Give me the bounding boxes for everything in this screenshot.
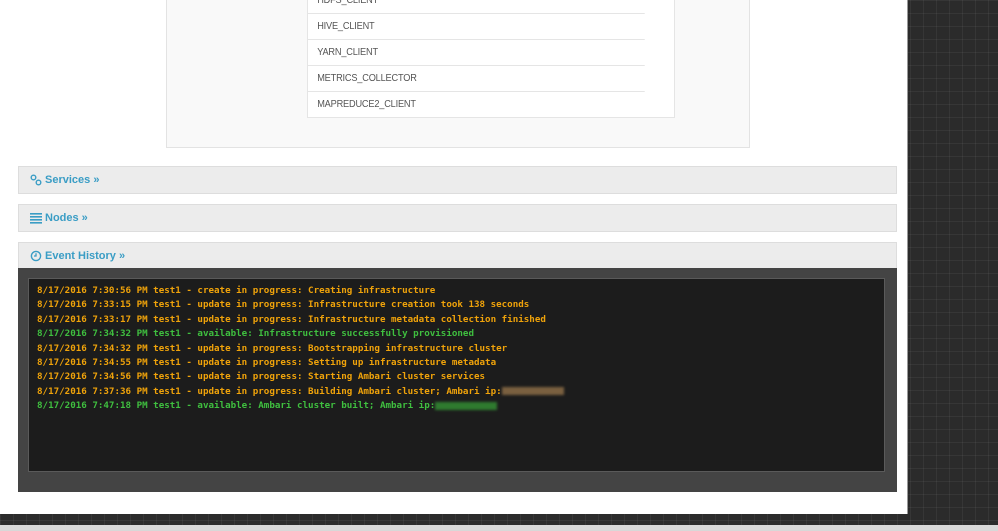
event-log-line: 8/17/2016 7:34:56 PM test1 - update in p… — [37, 370, 884, 384]
event-log-line: 8/17/2016 7:34:32 PM test1 - available: … — [37, 327, 884, 341]
clock-icon — [30, 250, 42, 262]
event-history-label[interactable]: Event History » — [45, 243, 125, 269]
bottom-bar — [0, 525, 998, 531]
event-text: 8/17/2016 7:34:55 PM test1 - update in p… — [37, 357, 497, 369]
event-history-panel-header[interactable]: Event History » — [18, 242, 897, 270]
event-log-console: 8/17/2016 7:30:56 PM test1 - create in p… — [28, 278, 885, 472]
event-text: 8/17/2016 7:30:56 PM test1 - create in p… — [37, 285, 436, 296]
event-text: 8/17/2016 7:47:18 PM test1 - available: … — [37, 400, 436, 412]
event-text: 8/17/2016 7:34:32 PM test1 - available: … — [37, 328, 474, 340]
nodes-panel-header[interactable]: Nodes » — [18, 204, 897, 232]
list-item: YARN_CLIENT — [308, 40, 645, 66]
redacted-ip — [435, 401, 498, 410]
event-text: 8/17/2016 7:34:32 PM test1 - update in p… — [37, 342, 508, 354]
event-log-line: 8/17/2016 7:33:15 PM test1 - update in p… — [37, 298, 884, 312]
page-content: HDFS_CLIENT HIVE_CLIENT YARN_CLIENT METR… — [0, 0, 908, 514]
redacted-ip — [501, 387, 564, 396]
event-log-line: 8/17/2016 7:30:56 PM test1 - create in p… — [37, 284, 884, 298]
event-text: 8/17/2016 7:33:17 PM test1 - update in p… — [37, 313, 546, 325]
event-log-line: 8/17/2016 7:34:55 PM test1 - update in p… — [37, 356, 884, 370]
event-text: 8/17/2016 7:33:15 PM test1 - update in p… — [37, 299, 530, 311]
event-text: 8/17/2016 7:34:56 PM test1 - update in p… — [37, 371, 486, 383]
list-item: HIVE_CLIENT — [308, 14, 645, 40]
services-panel-header[interactable]: Services » — [18, 166, 897, 194]
services-label[interactable]: Services » — [45, 167, 99, 193]
list-item: METRICS_COLLECTOR — [308, 66, 645, 92]
list-icon — [30, 213, 42, 224]
event-log-line: 8/17/2016 7:47:18 PM test1 - available: … — [37, 399, 884, 413]
list-item: HDFS_CLIENT — [308, 0, 645, 14]
event-log-line: 8/17/2016 7:37:36 PM test1 - update in p… — [37, 385, 884, 399]
event-log-line: 8/17/2016 7:33:17 PM test1 - update in p… — [37, 313, 884, 327]
nodes-label[interactable]: Nodes » — [45, 205, 88, 231]
list-item: MAPREDUCE2_CLIENT — [317, 99, 416, 110]
event-history-body: 8/17/2016 7:30:56 PM test1 - create in p… — [18, 268, 897, 492]
link-icon — [30, 174, 42, 186]
event-log-line: 8/17/2016 7:34:32 PM test1 - update in p… — [37, 342, 884, 356]
event-text: 8/17/2016 7:37:36 PM test1 - update in p… — [37, 385, 502, 397]
components-list: HDFS_CLIENT HIVE_CLIENT YARN_CLIENT METR… — [307, 0, 675, 118]
